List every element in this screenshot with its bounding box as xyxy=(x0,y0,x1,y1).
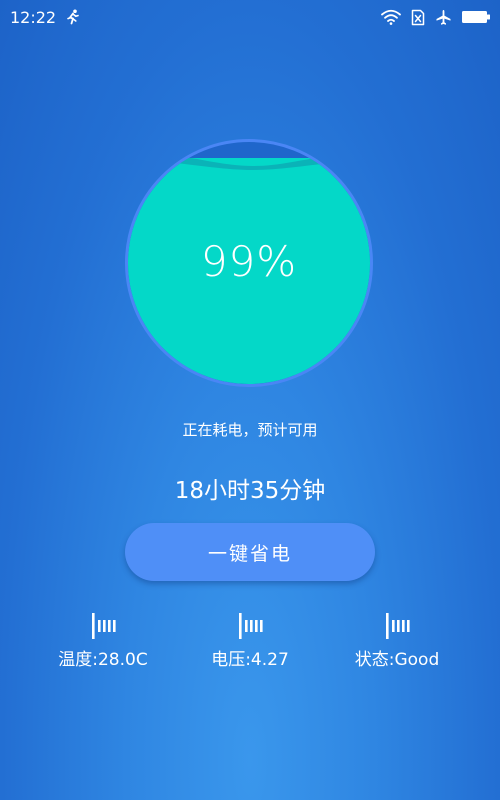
stat-temperature-label: 温度:28.0C xyxy=(58,650,148,670)
battery-percent: 99% xyxy=(200,237,298,286)
bar-signal-icon xyxy=(383,612,411,640)
battery-level-gauge: 99% xyxy=(125,139,373,387)
battery-wave xyxy=(128,152,370,174)
stat-health: 状态:Good xyxy=(327,612,467,670)
power-status-text: 正在耗电，预计可用 xyxy=(182,421,318,439)
one-click-save-button[interactable]: 一键省电 xyxy=(125,523,375,581)
bar-signal-icon xyxy=(89,612,117,640)
airplane-mode-icon xyxy=(435,9,452,26)
battery-stats: 温度:28.0C 电压:4.27 状态:Good xyxy=(0,612,500,672)
wifi-icon xyxy=(381,9,401,25)
no-sim-icon xyxy=(411,9,425,26)
status-bar: 12:22 xyxy=(0,0,500,34)
battery-icon xyxy=(462,10,490,24)
stat-temperature: 温度:28.0C xyxy=(33,612,173,670)
running-icon xyxy=(66,9,80,25)
status-bar-left: 12:22 xyxy=(10,8,80,27)
stat-health-label: 状态:Good xyxy=(354,650,440,670)
remaining-time: 18小时35分钟 xyxy=(174,478,326,504)
status-bar-right xyxy=(381,9,490,26)
stat-voltage-label: 电压:4.27 xyxy=(211,650,289,670)
status-time: 12:22 xyxy=(10,7,57,27)
stat-voltage: 电压:4.27 xyxy=(180,612,320,670)
bar-signal-icon xyxy=(236,612,264,640)
